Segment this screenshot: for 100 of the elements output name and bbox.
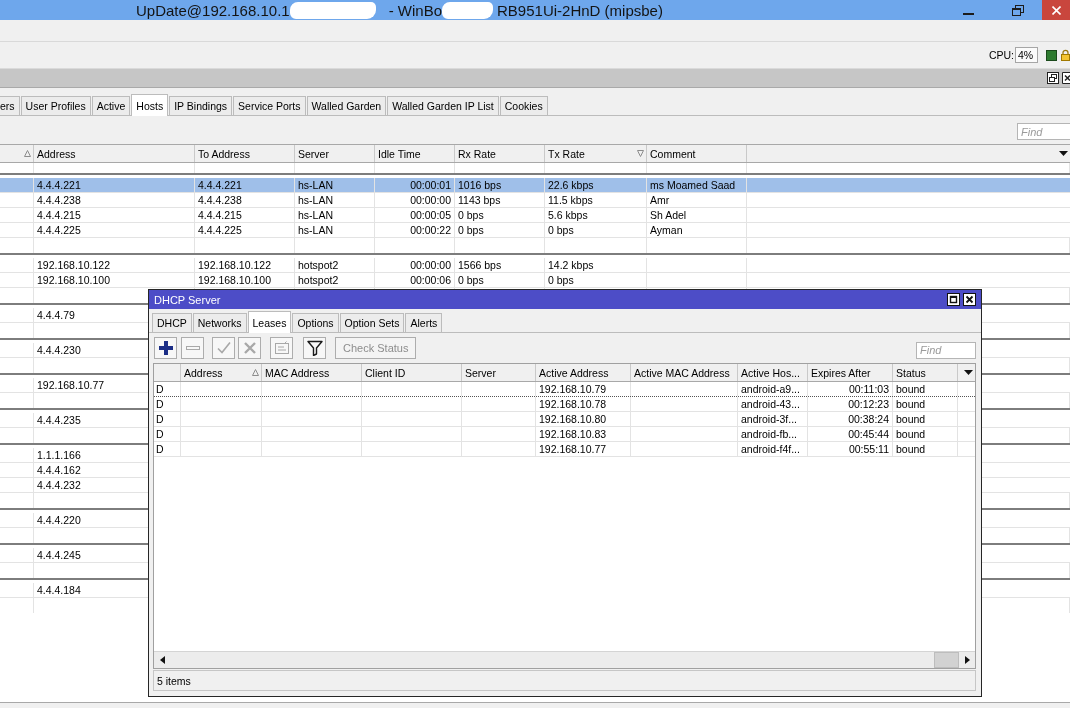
lock-icon — [1061, 49, 1070, 61]
column-header[interactable]: Tx Rate — [545, 145, 647, 162]
left-arrow-icon[interactable] — [159, 656, 165, 664]
column-header[interactable]: Comment — [647, 145, 747, 162]
restore-icon[interactable] — [1047, 72, 1059, 84]
maximize-icon[interactable] — [947, 293, 960, 306]
table-value: D — [156, 428, 164, 440]
filter-button[interactable] — [303, 337, 326, 359]
table-value: bound — [896, 443, 926, 455]
tab[interactable]: Leases — [247, 311, 292, 333]
table-value: 0 bps — [458, 224, 484, 236]
column-header[interactable]: Server — [295, 145, 375, 162]
column-header[interactable]: Server — [462, 364, 536, 381]
horizontal-scrollbar[interactable] — [154, 651, 975, 668]
table-value: 1566 bps — [458, 259, 502, 271]
cross-icon — [241, 340, 258, 356]
table-row[interactable]: D 192.168.10.79 android-a9... 00:11:03 bound — [154, 382, 975, 397]
table-value: bound — [896, 398, 926, 410]
cpu-value: 4% — [1015, 47, 1038, 63]
column-header[interactable]: Address — [34, 145, 195, 162]
table-row[interactable]: 4.4.4.225 4.4.4.225 hs-LAN 00:00:22 0 bps 0 bps Ayman — [0, 223, 1070, 238]
tab[interactable]: Walled Garden IP List — [387, 96, 499, 115]
table-value: hotspot2 — [298, 274, 339, 286]
scrollbar-thumb[interactable] — [934, 652, 959, 668]
table-value: android-fb... — [741, 428, 798, 440]
column-header[interactable]: Rx Rate — [455, 145, 545, 162]
table-row[interactable]: D 192.168.10.77 android-f4f... 00:55:11 bound — [154, 442, 975, 457]
tab[interactable]: Walled Garden — [306, 96, 387, 115]
close-icon[interactable] — [1062, 72, 1070, 84]
window-title: DHCP Server — [154, 293, 222, 306]
restore-icon[interactable] — [1012, 4, 1024, 16]
column-header[interactable]: Idle Time — [375, 145, 455, 162]
table-value: hs-LAN — [298, 224, 333, 236]
window-title: UpDate@192.168.10.1 — [136, 1, 290, 19]
column-header[interactable]: Active Hos... — [738, 364, 808, 381]
dropdown-arrow-icon[interactable] — [1059, 151, 1068, 156]
tab[interactable]: Active — [91, 96, 131, 115]
add-button[interactable] — [154, 337, 177, 359]
close-button[interactable] — [1042, 0, 1070, 20]
table-value: 4.4.4.184 — [37, 584, 81, 596]
table-row[interactable]: D 192.168.10.80 android-3f... 00:38:24 bound — [154, 412, 975, 427]
tab[interactable]: Option Sets — [339, 313, 405, 332]
tab[interactable]: User Profiles — [20, 96, 91, 115]
table-value: D — [156, 398, 164, 410]
sort-arrow-icon[interactable] — [637, 150, 644, 157]
tab[interactable]: Hosts — [131, 94, 169, 116]
table-value: 192.168.10.77 — [37, 379, 105, 391]
check-icon — [215, 340, 232, 356]
table-value: 192.168.10.122 — [37, 259, 110, 271]
table-value: 0 bps — [548, 224, 574, 236]
table-value: 4.4.4.232 — [37, 479, 81, 491]
column-header[interactable]: Address — [181, 364, 262, 381]
find-field[interactable]: Find — [916, 341, 976, 359]
table-row[interactable]: 192.168.10.100 192.168.10.100 hotspot2 00:00:06 0 bps 0 bps — [0, 273, 1070, 288]
tab[interactable]: IP Bindings — [169, 96, 233, 115]
table-row[interactable]: D 192.168.10.83 android-fb... 00:45:44 bound — [154, 427, 975, 442]
tab[interactable]: Service Ports — [233, 96, 306, 115]
table-row[interactable]: 4.4.4.238 4.4.4.238 hs-LAN 00:00:00 1143 bps 11.5 kbps Amr — [0, 193, 1070, 208]
right-arrow-icon[interactable] — [964, 656, 970, 664]
tab[interactable]: ers — [0, 96, 20, 115]
table-value: 4.4.4.215 — [37, 209, 81, 221]
table-value: 00:38:24 — [848, 413, 889, 425]
find-field[interactable]: Find — [1017, 123, 1070, 140]
table-value: 5.6 kbps — [548, 209, 588, 221]
column-header[interactable]: Active MAC Address — [631, 364, 738, 381]
table-row[interactable]: 192.168.10.122 192.168.10.122 hotspot2 00:00:00 1566 bps 14.2 kbps — [0, 258, 1070, 273]
column-header[interactable]: MAC Address — [262, 364, 362, 381]
table-value: Amr — [650, 194, 670, 206]
sort-arrow-icon[interactable] — [252, 369, 259, 376]
dropdown-arrow-icon[interactable] — [964, 370, 973, 375]
column-header[interactable]: Active Address — [536, 364, 631, 381]
table-row[interactable]: 4.4.4.221 4.4.4.221 hs-LAN 00:00:01 1016 bps 22.6 kbps ms Moamed Saad — [0, 178, 1070, 193]
table-value: 4.4.4.221 — [198, 179, 242, 191]
table-row[interactable]: D 192.168.10.78 android-43... 00:12:23 bound — [154, 397, 975, 412]
tab[interactable]: DHCP — [152, 313, 192, 332]
table-value: android-f4f... — [741, 443, 800, 455]
table-value: 00:00:00 — [410, 194, 451, 206]
table-value: 4.4.4.79 — [37, 309, 75, 321]
table-value: hotspot2 — [298, 259, 339, 271]
table-value: 1016 bps — [458, 179, 502, 191]
column-header[interactable]: To Address — [195, 145, 295, 162]
table-row[interactable]: 4.4.4.215 4.4.4.215 hs-LAN 00:00:05 0 bps 5.6 kbps Sh Adel — [0, 208, 1070, 223]
tab[interactable]: Options — [292, 313, 339, 332]
tab[interactable]: Alerts — [405, 313, 443, 332]
plus-icon — [157, 340, 174, 356]
table-value: 00:55:11 — [848, 443, 889, 455]
sort-arrow-icon[interactable] — [24, 150, 31, 157]
column-header[interactable]: Expires After — [808, 364, 893, 381]
column-header[interactable]: Status — [893, 364, 958, 381]
tab[interactable]: Cookies — [499, 96, 548, 115]
tab[interactable]: Networks — [192, 313, 247, 332]
table-value: 192.168.10.79 — [539, 383, 607, 395]
table-value: 00:00:01 — [410, 179, 451, 191]
table-value: hs-LAN — [298, 209, 333, 221]
redaction-patch — [442, 1, 493, 19]
table-value: D — [156, 383, 164, 395]
close-icon[interactable] — [963, 293, 976, 306]
table-value: 192.168.10.100 — [198, 274, 271, 286]
column-header[interactable]: Client ID — [362, 364, 462, 381]
table-value: bound — [896, 428, 926, 440]
